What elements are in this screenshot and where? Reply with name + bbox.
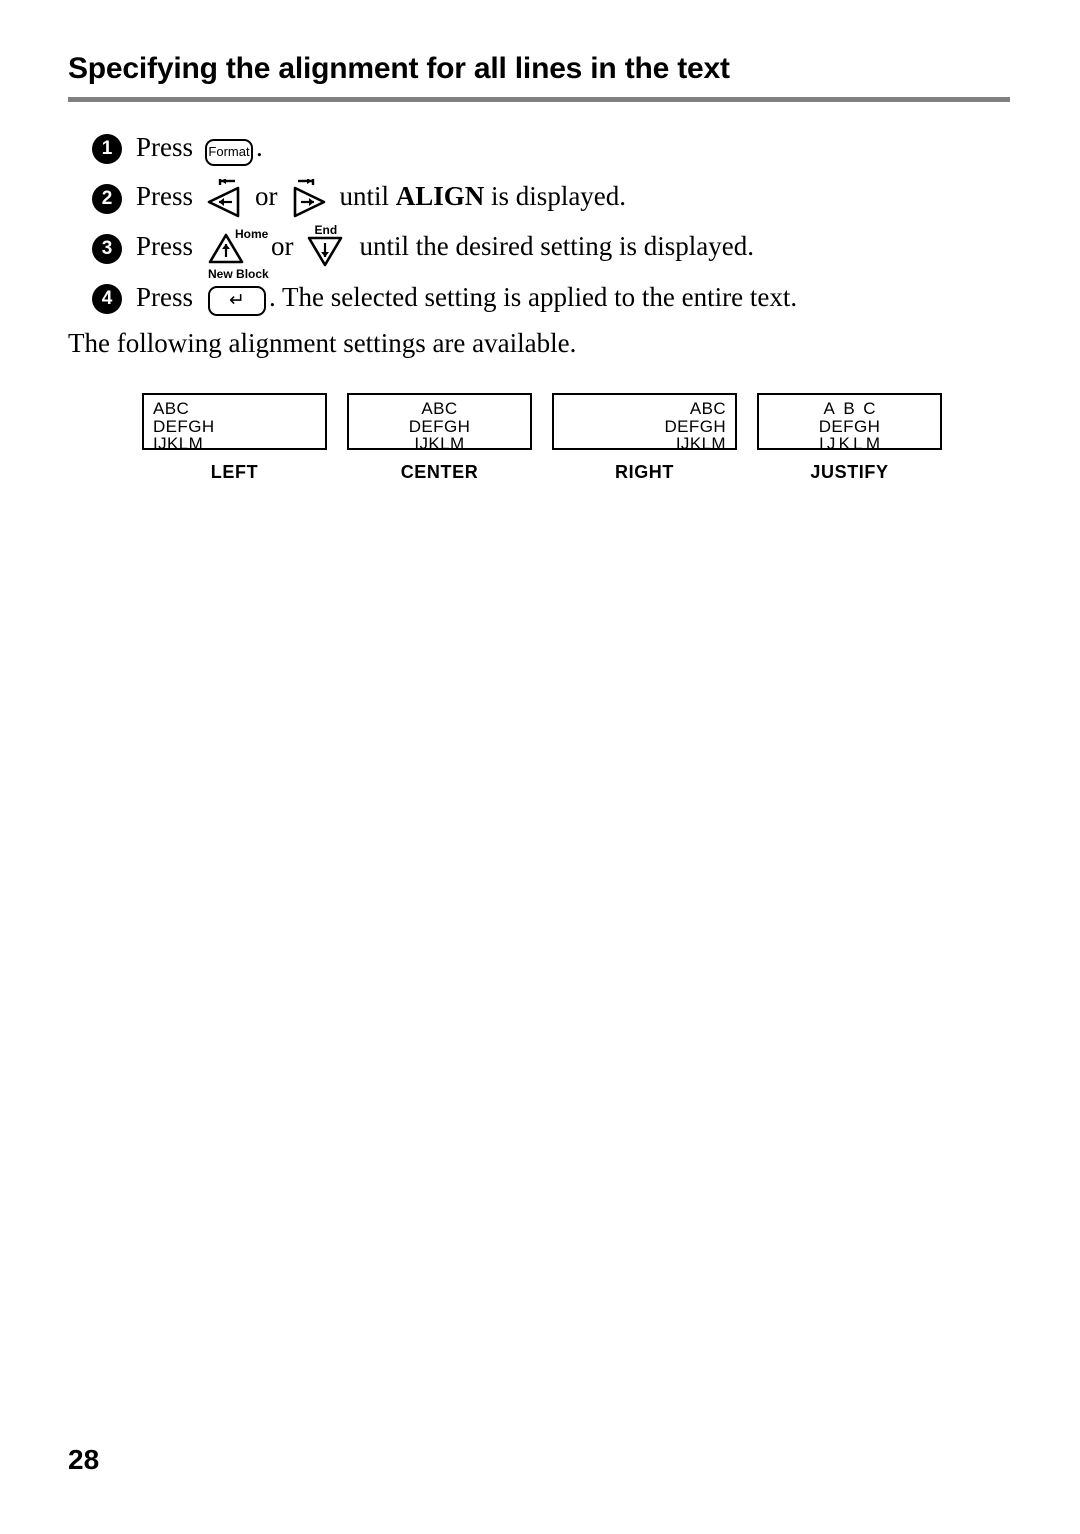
press-label: Press — [136, 181, 194, 212]
home-key-label: Home — [235, 227, 269, 241]
step-tail: until the desired setting is displayed. — [359, 231, 754, 262]
press-label: Press — [136, 131, 194, 162]
sample-caption: RIGHT — [615, 462, 674, 482]
preview-line: ABC — [689, 399, 726, 418]
step-text: Press ↵ New Block. The selected setting is… — [136, 268, 798, 317]
step-1: 1 Press Format. — [92, 124, 1012, 174]
step-tail-post: is displayed. — [484, 181, 627, 212]
sample-left: ABC DEFGH IJKLM LEFT — [142, 393, 327, 483]
preview-line: ABC — [153, 399, 190, 418]
press-label: Press — [136, 281, 194, 312]
step-tail-pre: until — [339, 181, 396, 212]
format-key-icon[interactable]: Format — [205, 132, 254, 167]
step-number-badge: 2 — [92, 184, 122, 214]
label-preview-box: ABC DEFGH IJKLM — [552, 393, 737, 450]
preview-line: IJKLM — [819, 434, 884, 450]
header-divider — [68, 97, 1010, 102]
preview-line: IJKLM — [153, 434, 204, 450]
step-4: 4 Press ↵ New Block. The selected setting … — [92, 268, 1012, 324]
end-key-label: End — [314, 223, 338, 237]
sample-right: ABC DEFGH IJKLM RIGHT — [552, 393, 737, 483]
intro-text: The following alignment settings are ava… — [68, 328, 577, 358]
format-key-cap: Format — [205, 139, 254, 167]
preview-line: DEFGH — [818, 416, 881, 436]
enter-key-cap: ↵ — [208, 286, 267, 317]
arrow-left-key-glyph — [207, 179, 240, 218]
preview-line: DEFGH — [664, 416, 726, 436]
preview-line: ABC — [823, 399, 884, 418]
sample-justify: ABC DEFGH IJKLM JUSTIFY — [757, 393, 942, 483]
sample-caption: JUSTIFY — [810, 462, 889, 482]
step-number-badge: 4 — [92, 284, 122, 314]
step-tail: . — [256, 131, 263, 162]
step-2: 2 Press or until ALIGN is displayed. — [92, 174, 1012, 224]
arrow-right-key-icon[interactable] — [284, 179, 328, 219]
step-text: Press or until ALIGN is displayed. — [136, 179, 626, 219]
step-text: Press Format. — [136, 132, 263, 167]
arrow-up-key-icon[interactable]: Home — [205, 228, 268, 269]
press-label: Press — [136, 231, 194, 262]
page-number: 28 — [68, 1444, 100, 1475]
enter-key-icon[interactable]: ↵ New Block — [208, 268, 269, 317]
sample-caption: LEFT — [210, 462, 259, 482]
label-preview-box: ABC DEFGH IJKLM — [142, 393, 327, 450]
preview-line: ABC — [421, 399, 458, 418]
preview-line: IJKLM — [675, 434, 726, 450]
step-tail: . The selected setting is applied to the… — [269, 281, 798, 312]
label-preview-box: ABC DEFGH IJKLM — [757, 393, 942, 450]
step-number-badge: 3 — [92, 234, 122, 264]
align-keyword: ALIGN — [395, 181, 485, 212]
conjunction: or — [271, 231, 294, 262]
document-page: Specifying the alignment for all lines i… — [0, 0, 1080, 1534]
step-number-badge: 1 — [92, 134, 122, 164]
new-block-key-label: New Block — [208, 267, 269, 282]
sample-caption: CENTER — [400, 462, 479, 482]
arrow-right-key-glyph — [293, 179, 325, 218]
sample-center: ABC DEFGH IJKLM CENTER — [347, 393, 532, 483]
arrow-left-key-icon[interactable] — [205, 179, 249, 219]
alignment-samples: ABC DEFGH IJKLM LEFT ABC DEFGH IJKLM CEN… — [142, 393, 942, 483]
page-title: Specifying the alignment for all lines i… — [68, 52, 730, 85]
step-text: Press Home or End until the desired settin… — [136, 224, 754, 269]
preview-line: DEFGH — [153, 416, 215, 436]
preview-line: DEFGH — [408, 416, 471, 436]
preview-line: IJKLM — [414, 434, 465, 450]
label-preview-box: ABC DEFGH IJKLM — [347, 393, 532, 450]
conjunction: or — [255, 181, 278, 212]
instruction-steps: 1 Press Format. 2 Press or until ALIGN i… — [92, 124, 1012, 324]
arrow-down-key-icon[interactable]: End — [304, 224, 348, 269]
